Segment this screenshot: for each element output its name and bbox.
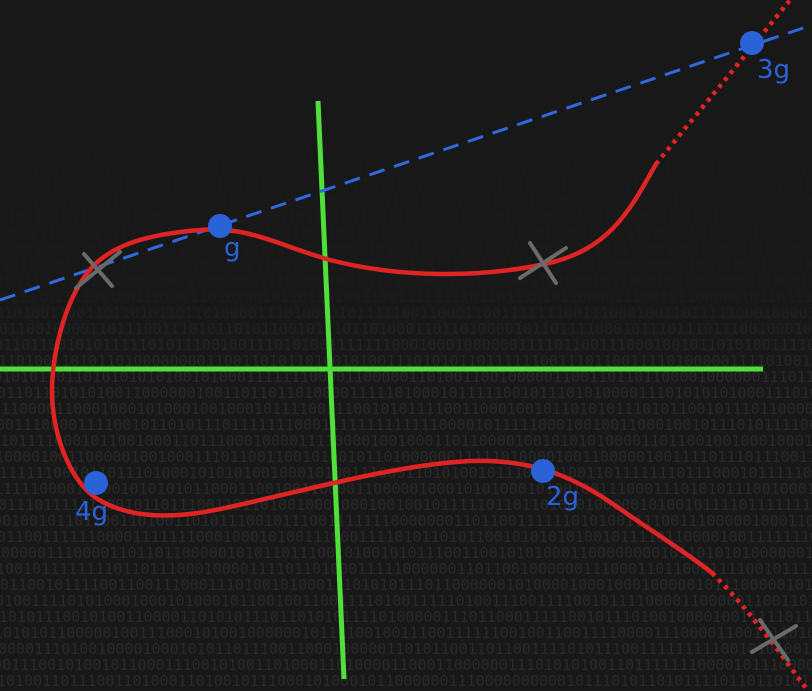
point-2g [531,459,555,483]
point-4g [84,471,108,495]
label-g: g [224,233,241,263]
point-3g [740,31,764,55]
label-4g: 4g [75,497,108,527]
label-2g: 2g [546,482,579,512]
background-fade [0,0,812,691]
label-3g: 3g [757,55,790,85]
diagram-svg: 0100010110011000101000110010011001001001… [0,0,812,691]
elliptic-curve-diagram: 0100010110011000101000110010011001001001… [0,0,812,691]
